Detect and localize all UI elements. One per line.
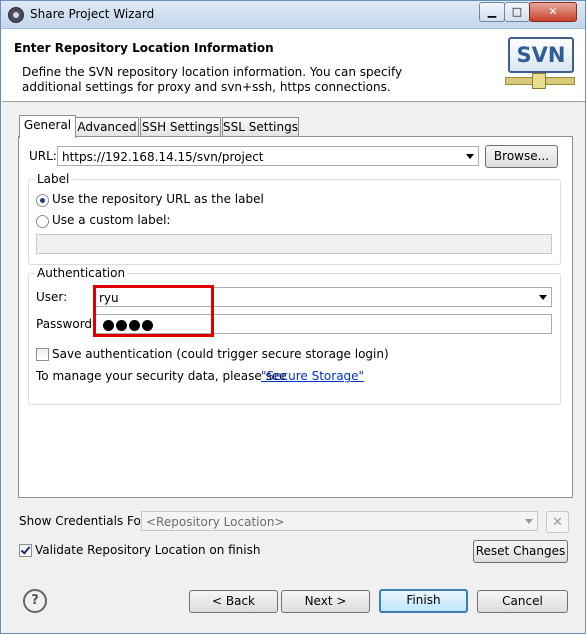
use-repository-url-label[interactable]: Use the repository URL as the label xyxy=(52,192,264,206)
tab-ssl-settings[interactable]: SSL Settings xyxy=(222,117,299,136)
page-title: Enter Repository Location Information xyxy=(14,41,274,55)
user-label: User: xyxy=(36,290,68,304)
save-authentication-label[interactable]: Save authentication (could trigger secur… xyxy=(52,347,389,361)
svn-logo-text: SVN xyxy=(508,37,574,73)
tab-advanced[interactable]: Advanced xyxy=(75,117,139,136)
eclipse-app-icon xyxy=(8,7,24,23)
title-bar[interactable]: Share Project Wizard ▁ □ ✕ xyxy=(1,1,585,29)
minimize-icon: ▁ xyxy=(487,5,497,18)
url-label: URL: xyxy=(29,149,57,163)
maximize-button[interactable]: □ xyxy=(504,2,530,22)
tab-ssh-settings[interactable]: SSH Settings xyxy=(140,117,221,136)
share-project-wizard-window: Share Project Wizard ▁ □ ✕ Enter Reposit… xyxy=(0,0,586,634)
close-icon: ✕ xyxy=(548,5,558,18)
help-icon[interactable]: ? xyxy=(23,589,47,613)
close-button[interactable]: ✕ xyxy=(529,2,577,22)
password-label: Password: xyxy=(36,317,97,331)
page-description: Define the SVN repository location infor… xyxy=(22,65,403,94)
tab-general[interactable]: General xyxy=(19,115,76,138)
browse-button[interactable]: Browse... xyxy=(485,145,558,168)
use-repository-url-radio[interactable] xyxy=(36,194,49,207)
manage-security-text: To manage your security data, please see xyxy=(36,369,287,383)
reset-changes-button[interactable]: Reset Changes xyxy=(473,540,568,563)
custom-label-field[interactable] xyxy=(36,234,552,254)
show-credentials-combo[interactable]: <Repository Location> xyxy=(141,511,538,531)
use-custom-label-radio[interactable] xyxy=(36,215,49,228)
finish-button[interactable]: Finish xyxy=(379,589,468,613)
chevron-down-icon[interactable] xyxy=(525,519,533,524)
svn-logo: SVN xyxy=(505,33,575,97)
highlight-annotation-box xyxy=(93,285,214,337)
validate-location-checkbox[interactable] xyxy=(19,544,32,557)
wizard-banner: Enter Repository Location Information De… xyxy=(2,29,585,102)
save-authentication-checkbox[interactable] xyxy=(36,348,49,361)
authentication-group-title: Authentication xyxy=(35,266,128,280)
clear-credentials-button[interactable]: ✕ xyxy=(546,511,569,533)
url-combo[interactable]: https://192.168.14.15/svn/project xyxy=(57,146,479,166)
window-title: Share Project Wizard xyxy=(30,7,155,21)
next-button[interactable]: Next > xyxy=(281,590,370,613)
use-custom-label-label[interactable]: Use a custom label: xyxy=(52,213,170,227)
minimize-button[interactable]: ▁ xyxy=(479,2,505,22)
back-button[interactable]: < Back xyxy=(189,590,278,613)
show-credentials-label: Show Credentials For: xyxy=(19,514,150,528)
chevron-down-icon[interactable] xyxy=(539,295,547,300)
maximize-icon: □ xyxy=(511,5,523,18)
validate-location-label[interactable]: Validate Repository Location on finish xyxy=(35,543,260,557)
secure-storage-link[interactable]: "Secure Storage" xyxy=(261,369,364,383)
chevron-down-icon[interactable] xyxy=(466,154,474,159)
close-icon: ✕ xyxy=(552,515,563,530)
label-group-title: Label xyxy=(35,172,72,186)
cancel-button[interactable]: Cancel xyxy=(477,590,568,613)
